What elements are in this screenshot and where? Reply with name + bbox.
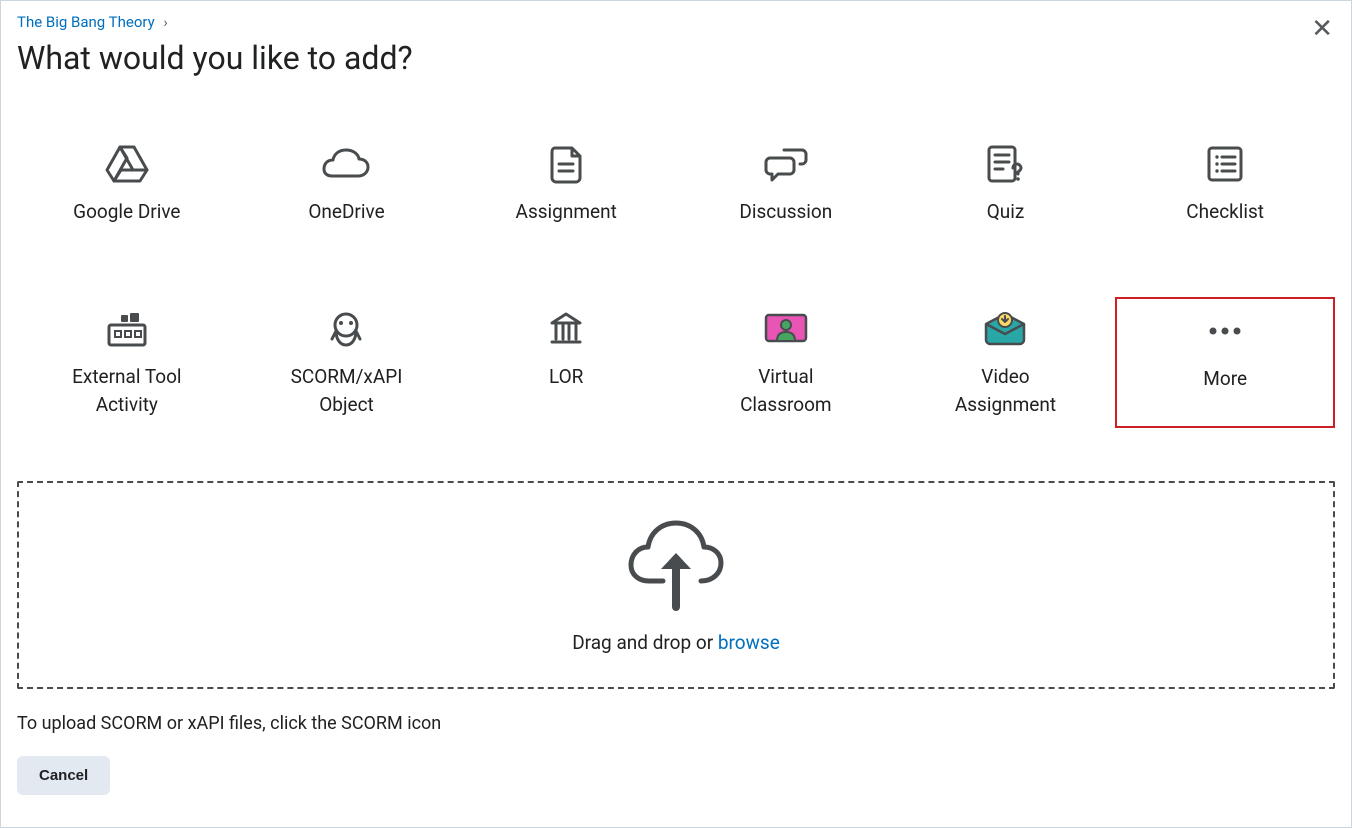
scorm-icon — [326, 307, 366, 351]
tile-google-drive[interactable]: Google Drive — [17, 132, 237, 242]
tile-label: Virtual Classroom — [711, 363, 861, 418]
tile-label: Assignment — [516, 198, 617, 226]
discussion-icon — [764, 142, 808, 186]
tile-label: More — [1203, 365, 1247, 393]
lor-icon — [548, 307, 584, 351]
onedrive-icon — [322, 142, 370, 186]
tile-label: Quiz — [987, 198, 1025, 226]
quiz-icon — [985, 142, 1025, 186]
content-type-grid: Google Drive OneDrive Assignment — [17, 107, 1335, 463]
assignment-icon — [548, 142, 584, 186]
tile-label: Checklist — [1186, 198, 1264, 226]
upload-icon — [625, 517, 727, 613]
google-drive-icon — [105, 142, 149, 186]
tile-quiz[interactable]: Quiz — [896, 132, 1116, 242]
upload-hint: To upload SCORM or xAPI files, click the… — [17, 713, 1335, 734]
breadcrumb-course-link[interactable]: The Big Bang Theory — [17, 13, 155, 31]
tile-discussion[interactable]: Discussion — [676, 132, 896, 242]
virtual-classroom-icon — [763, 307, 809, 351]
browse-link[interactable]: browse — [718, 631, 780, 654]
tile-scorm[interactable]: SCORM/xAPI Object — [237, 297, 457, 428]
video-assignment-icon — [982, 307, 1028, 351]
tile-onedrive[interactable]: OneDrive — [237, 132, 457, 242]
tile-label: Discussion — [739, 198, 832, 226]
external-tool-icon — [106, 307, 148, 351]
breadcrumb: The Big Bang Theory › — [17, 13, 1335, 31]
more-icon — [1205, 309, 1245, 353]
cancel-button[interactable]: Cancel — [17, 756, 110, 795]
page-title: What would you like to add? — [17, 39, 1335, 77]
tile-label: SCORM/xAPI Object — [271, 363, 421, 418]
tile-lor[interactable]: LOR — [456, 297, 676, 428]
tile-more[interactable]: More — [1115, 297, 1335, 428]
tile-label: Google Drive — [73, 198, 180, 226]
tile-label: LOR — [549, 363, 583, 391]
dropzone-text: Drag and drop or browse — [572, 631, 780, 654]
close-icon: ✕ — [1311, 13, 1333, 43]
tile-video-assignment[interactable]: Video Assignment — [896, 297, 1116, 428]
tile-checklist[interactable]: Checklist — [1115, 132, 1335, 242]
close-button[interactable]: ✕ — [1311, 15, 1333, 41]
add-content-panel: The Big Bang Theory › ✕ What would you l… — [0, 0, 1352, 828]
chevron-right-icon: › — [163, 15, 167, 31]
tile-external-tool[interactable]: External Tool Activity — [17, 297, 237, 428]
checklist-icon — [1206, 142, 1244, 186]
tile-label: OneDrive — [308, 198, 384, 226]
tile-label: External Tool Activity — [52, 363, 202, 418]
file-dropzone[interactable]: Drag and drop or browse — [17, 481, 1335, 689]
tile-label: Video Assignment — [930, 363, 1080, 418]
tile-virtual-classroom[interactable]: Virtual Classroom — [676, 297, 896, 428]
tile-assignment[interactable]: Assignment — [456, 132, 676, 242]
